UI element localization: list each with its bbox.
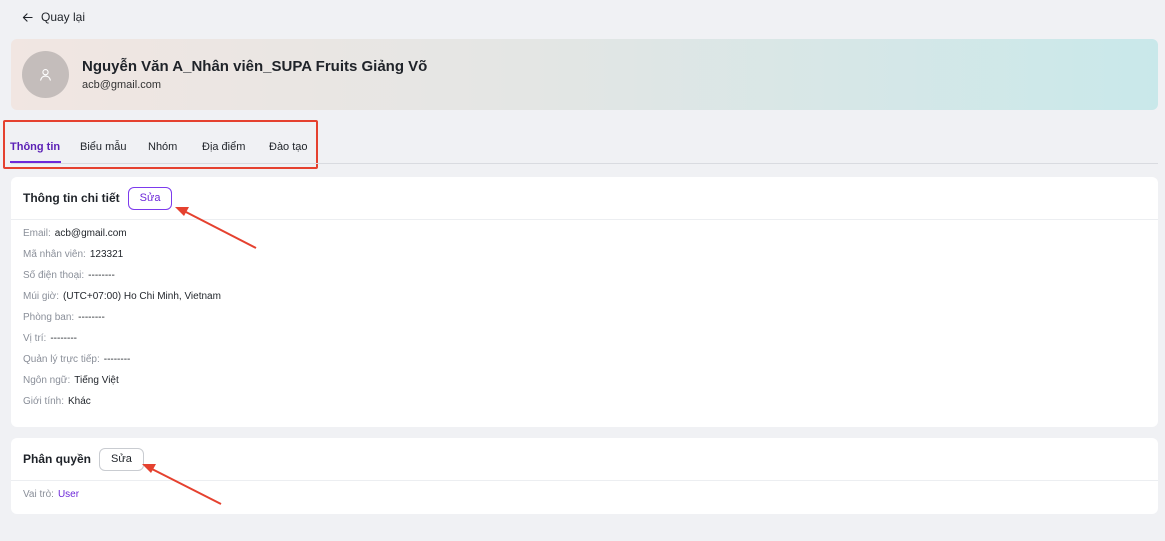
back-label: Quay lại	[41, 10, 86, 24]
field-value: Khác	[68, 396, 91, 407]
tab-bieu-mau[interactable]: Biểu mẫu	[80, 141, 126, 153]
avatar	[22, 51, 69, 98]
profile-name: Nguyễn Văn A_Nhân viên_SUPA Fruits Giảng…	[82, 58, 428, 75]
field-timezone: Múi giờ: (UTC+07:00) Ho Chi Minh, Vietnam	[23, 291, 221, 302]
field-label: Múi giờ:	[23, 291, 60, 302]
field-label: Số điện thoại:	[23, 270, 85, 281]
field-label: Vai trò:	[23, 489, 54, 500]
field-value: (UTC+07:00) Ho Chi Minh, Vietnam	[63, 291, 221, 302]
field-employee-id: Mã nhân viên: 123321	[23, 249, 123, 260]
profile-header: Nguyễn Văn A_Nhân viên_SUPA Fruits Giảng…	[11, 39, 1158, 110]
details-card-header: Thông tin chi tiết Sửa	[11, 177, 1158, 220]
field-label: Mã nhân viên:	[23, 249, 86, 260]
field-language: Ngôn ngữ: Tiếng Việt	[23, 375, 119, 386]
arrow-left-icon	[22, 12, 33, 22]
field-value: 123321	[89, 249, 124, 260]
field-value: --------	[50, 333, 77, 344]
profile-identity: Nguyễn Văn A_Nhân viên_SUPA Fruits Giảng…	[82, 58, 427, 91]
field-value: Tiếng Việt	[74, 375, 119, 386]
field-label: Vị trí:	[23, 333, 47, 344]
tab-dao-tao[interactable]: Đào tạo	[269, 141, 308, 153]
field-value: --------	[78, 312, 105, 323]
field-value: --------	[88, 270, 115, 281]
field-phone: Số điện thoại: --------	[23, 270, 115, 281]
field-label: Giới tính:	[23, 396, 65, 407]
user-icon	[40, 69, 51, 81]
permissions-card-header: Phân quyền Sửa	[11, 438, 1158, 481]
field-label: Ngôn ngữ:	[23, 375, 71, 386]
field-value: acb@gmail.com	[54, 228, 127, 239]
field-label: Email:	[23, 228, 51, 239]
back-link[interactable]: Quay lại	[22, 10, 85, 24]
field-value: --------	[103, 354, 131, 365]
permissions-title: Phân quyền	[23, 452, 92, 466]
profile-email: acb@gmail.com	[82, 79, 162, 91]
tab-thong-tin[interactable]: Thông tin	[10, 141, 60, 153]
permissions-card: Phân quyền Sửa Vai trò: User	[11, 438, 1158, 514]
permissions-edit-button[interactable]: Sửa	[99, 447, 144, 471]
field-gender: Giới tính: Khác	[23, 396, 91, 407]
field-label: Phòng ban:	[23, 312, 75, 323]
field-label: Quản lý trực tiếp:	[23, 354, 100, 365]
field-email: Email: acb@gmail.com	[23, 228, 127, 239]
details-title: Thông tin chi tiết	[23, 191, 120, 205]
field-manager: Quản lý trực tiếp: --------	[23, 354, 130, 365]
details-edit-button[interactable]: Sửa	[127, 186, 173, 210]
role-value[interactable]: User	[58, 489, 79, 500]
field-role: Vai trò: User	[23, 489, 79, 500]
details-card: Thông tin chi tiết Sửa Email: acb@gmail.c…	[11, 177, 1158, 427]
tab-bar: Thông tin Biểu mẫu Nhóm Địa điểm Đào tạo	[3, 120, 318, 169]
field-department: Phòng ban: --------	[23, 312, 105, 323]
field-position: Vị trí: --------	[23, 333, 77, 344]
tab-divider	[11, 163, 1158, 164]
tab-dia-diem[interactable]: Địa điểm	[202, 141, 245, 153]
tab-nhom[interactable]: Nhóm	[148, 141, 177, 153]
